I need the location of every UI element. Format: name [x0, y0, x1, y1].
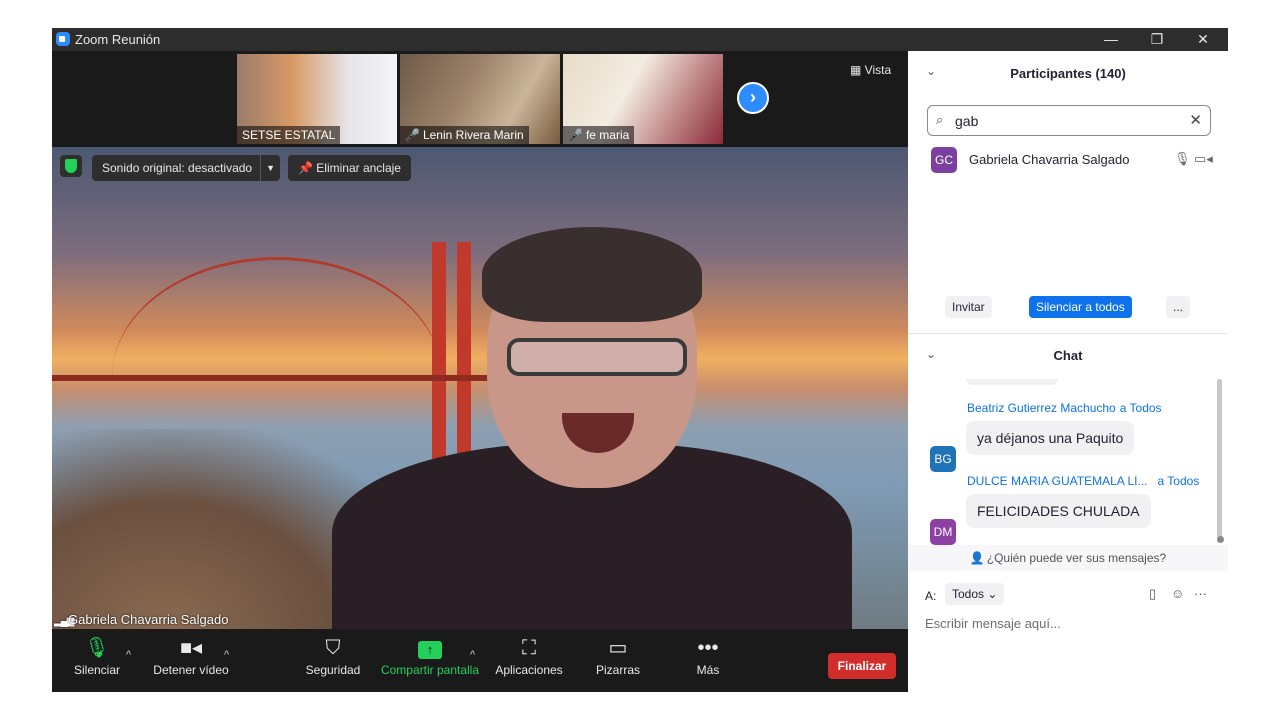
- stop-video-button[interactable]: ■◂ Detener vídeo: [152, 629, 230, 692]
- next-page-button[interactable]: ›: [737, 82, 769, 114]
- thumbnail-setse-estatal[interactable]: SETSE ESTATAL: [237, 54, 397, 144]
- window-title: Zoom Reunión: [75, 32, 161, 47]
- video-camera-icon: ■◂: [179, 637, 203, 659]
- avatar: DM: [930, 519, 956, 545]
- thumbnail-name: 🎤 Lenin Rivera Marin: [400, 126, 529, 144]
- thumbnail-lenin-rivera-marin[interactable]: 🎤 Lenin Rivera Marin: [400, 54, 560, 144]
- avatar: BG: [930, 446, 956, 472]
- video-area: SETSE ESTATAL 🎤 Lenin Rivera Marin 🎤 fe ma…: [52, 51, 908, 629]
- speaker-person: [332, 227, 852, 629]
- user-icon: 👤: [969, 551, 985, 565]
- close-window-button[interactable]: ✕: [1180, 28, 1226, 51]
- participant-search: ⌕ ✕: [927, 105, 1211, 136]
- thumbnail-name: SETSE ESTATAL: [237, 126, 341, 144]
- participants-header: ⌄ Participantes (140): [908, 51, 1228, 97]
- participant-row[interactable]: GC Gabriela Chavarria Salgado 🎙 ▭◂: [931, 147, 1221, 173]
- microphone-icon: 🎙: [84, 637, 110, 659]
- shield-icon: ⛉: [325, 637, 341, 659]
- pin-icon: 📌: [298, 161, 317, 175]
- recipient-label: A:: [925, 589, 937, 603]
- participant-search-input[interactable]: [955, 111, 1175, 131]
- share-screen-icon: ↑: [380, 629, 480, 663]
- apps-icon: ⛶: [522, 637, 536, 659]
- participants-more-button[interactable]: ...: [1166, 296, 1190, 318]
- participants-title: Participantes (140): [1010, 66, 1126, 81]
- emoji-icon[interactable]: ☺: [1171, 586, 1184, 601]
- participant-name: Gabriela Chavarria Salgado: [969, 152, 1130, 167]
- recipient-select[interactable]: Todos ⌄: [945, 583, 1005, 605]
- glasses: [507, 338, 687, 376]
- encryption-shield-icon[interactable]: [60, 155, 82, 177]
- signal-strength-icon: ▂▄▆: [54, 616, 74, 627]
- share-options-chevron-icon[interactable]: ^: [470, 649, 475, 661]
- speaker-name-label: ▂▄▆Gabriela Chavarria Salgado: [54, 612, 229, 627]
- message-bubble: ya déjanos una Paquito: [966, 421, 1135, 455]
- grid-icon: ▦: [850, 63, 865, 77]
- message-bubble: FELICIDADES CHULADA: [966, 494, 1151, 528]
- muted-mic-icon: 🎤: [568, 128, 583, 142]
- message-sender[interactable]: Beatriz Gutierrez Machucho a Todos: [967, 401, 1162, 415]
- share-screen-button[interactable]: ↑ Compartir pantalla: [380, 629, 480, 692]
- apps-button[interactable]: ⛶ Aplicaciones: [494, 629, 564, 692]
- thumbnail-name: 🎤 fe maria: [563, 126, 635, 144]
- security-button[interactable]: ⛉ Seguridad: [304, 629, 362, 692]
- minimize-button[interactable]: —: [1088, 28, 1134, 51]
- avatar: GC: [931, 147, 957, 173]
- video-options-chevron-icon[interactable]: ^: [224, 649, 229, 661]
- search-icon: ⌕: [936, 112, 944, 127]
- whiteboards-button[interactable]: ▭ Pizarras: [596, 629, 640, 692]
- chat-message-input[interactable]: [925, 613, 1215, 633]
- clear-search-icon[interactable]: ✕: [1189, 111, 1202, 129]
- main-video[interactable]: Sonido original: desactivado ▼ 📌 Elimina…: [52, 147, 908, 629]
- previous-message-bubble: [966, 379, 1058, 385]
- chat-scroll-handle[interactable]: [1217, 536, 1224, 543]
- more-button[interactable]: ••• Más: [690, 629, 726, 692]
- title-bar: Zoom Reunión — ❐ ✕: [52, 28, 1228, 51]
- who-can-see-messages-link[interactable]: 👤 ¿Quién puede ver sus mensajes?: [908, 545, 1228, 571]
- audio-options-chevron-icon[interactable]: ^: [126, 649, 131, 661]
- more-dots-icon: •••: [697, 637, 719, 659]
- side-panel: ⌄ Participantes (140) ⌕ ✕ GC Gabriela Ch…: [908, 51, 1228, 692]
- video-camera-icon: ▭◂: [1194, 151, 1213, 166]
- meeting-toolbar: 🎙 Silenciar ^ ■◂ Detener vídeo ^ ⛉ Segur…: [52, 629, 908, 692]
- end-meeting-button[interactable]: Finalizar: [828, 653, 896, 679]
- invite-button[interactable]: Invitar: [945, 296, 992, 318]
- chat-messages: BG Beatriz Gutierrez Machucho a Todos ya …: [908, 379, 1228, 545]
- muted-mic-icon: 🎤: [405, 128, 420, 142]
- file-icon[interactable]: ▯: [1149, 586, 1156, 602]
- chat-scrollbar[interactable]: [1217, 379, 1222, 539]
- chevron-right-icon: ›: [750, 87, 756, 107]
- thumbnail-strip: SETSE ESTATAL 🎤 Lenin Rivera Marin 🎤 fe ma…: [52, 51, 908, 147]
- zoom-window: Zoom Reunión — ❐ ✕ SETSE ESTATAL 🎤 Lenin …: [52, 28, 1228, 692]
- whiteboard-icon: ▭: [608, 637, 628, 659]
- view-button[interactable]: ▦ Vista: [850, 63, 891, 77]
- chat-more-icon[interactable]: ···: [1194, 586, 1207, 601]
- mute-button[interactable]: 🎙 Silenciar: [70, 629, 124, 692]
- message-sender[interactable]: DULCE MARIA GUATEMALA LI... a Todos: [967, 474, 1199, 488]
- chat-title: Chat: [1053, 348, 1083, 363]
- restore-button[interactable]: ❐: [1134, 28, 1180, 51]
- chat-recipient-row: A: Todos ⌄ ▯ ☺ ···: [925, 583, 1225, 607]
- thumbnail-fe-maria[interactable]: 🎤 fe maria: [563, 54, 723, 144]
- unpin-button[interactable]: 📌 Eliminar anclaje: [288, 155, 411, 181]
- original-sound-dropdown-icon[interactable]: ▼: [260, 155, 280, 181]
- chevron-down-icon: ⌄: [987, 587, 998, 601]
- original-sound-button[interactable]: Sonido original: desactivado ▼: [92, 155, 281, 181]
- divider: [908, 333, 1228, 334]
- zoom-logo-icon: [56, 32, 70, 46]
- mute-all-button[interactable]: Silenciar a todos: [1029, 296, 1132, 318]
- microphone-icon: 🎙: [1174, 151, 1191, 166]
